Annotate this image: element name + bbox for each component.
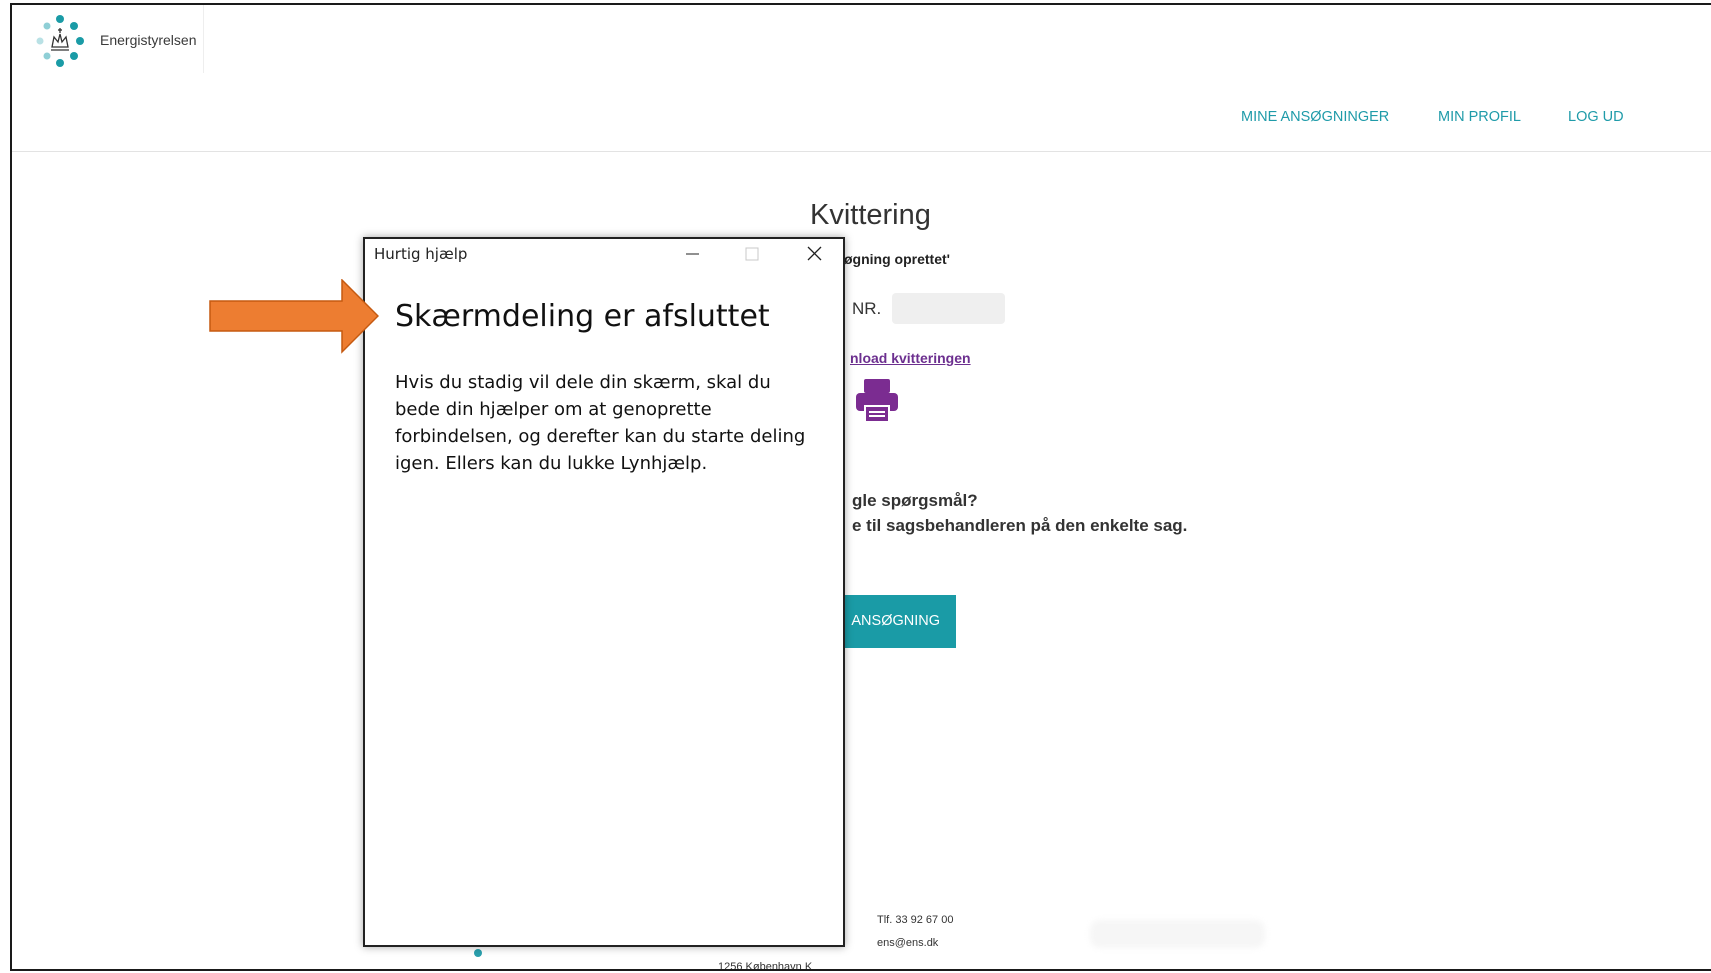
page-title: Kvittering: [810, 199, 931, 231]
close-button[interactable]: [794, 239, 834, 269]
footer-blurred-content: [1090, 920, 1265, 948]
quick-assist-heading: Skærmdeling er afsluttet: [395, 299, 770, 334]
footer-phone: Tlf. 33 92 67 00: [877, 914, 954, 926]
quick-assist-title: Hurtig hjælp: [374, 245, 468, 263]
nav-my-profile[interactable]: MIN PROFIL: [1438, 109, 1521, 125]
download-receipt-link[interactable]: nload kvitteringen: [850, 350, 971, 366]
browser-page: Energistyrelsen MINE ANSØGNINGER MIN PRO…: [10, 3, 1711, 971]
maximize-button[interactable]: [732, 239, 772, 269]
quick-assist-window: Hurtig hjælp Skærmdeling er afsluttet Hv…: [363, 237, 845, 947]
header-divider: [12, 151, 1711, 152]
questions-text: e til sagsbehandleren på den enkelte sag…: [852, 516, 1188, 535]
minimize-icon: [686, 253, 699, 255]
quick-assist-message: Hvis du stadig vil dele din skærm, skal …: [395, 372, 806, 474]
footer-city: 1256 København K: [718, 961, 813, 971]
logo[interactable]: Energistyrelsen: [12, 5, 204, 73]
arrow-icon: [209, 279, 379, 354]
nav-my-applications[interactable]: MINE ANSØGNINGER: [1241, 109, 1389, 125]
reference-number-redacted: [892, 293, 1005, 324]
maximize-icon: [745, 247, 759, 261]
footer-dot-icon: [474, 949, 482, 957]
logo-dots-icon: [36, 15, 84, 67]
nav-log-out[interactable]: LOG UD: [1568, 109, 1624, 125]
receipt-status-text: øgning oprettet': [844, 251, 950, 267]
reference-number-label: NR.: [852, 299, 882, 318]
printer-icon[interactable]: [852, 377, 902, 423]
footer-email[interactable]: ens@ens.dk: [877, 937, 938, 949]
close-icon: [807, 246, 822, 261]
minimize-button[interactable]: [672, 239, 712, 269]
questions-heading: gle spørgsmål?: [852, 491, 978, 510]
logo-text: Energistyrelsen: [100, 32, 197, 48]
